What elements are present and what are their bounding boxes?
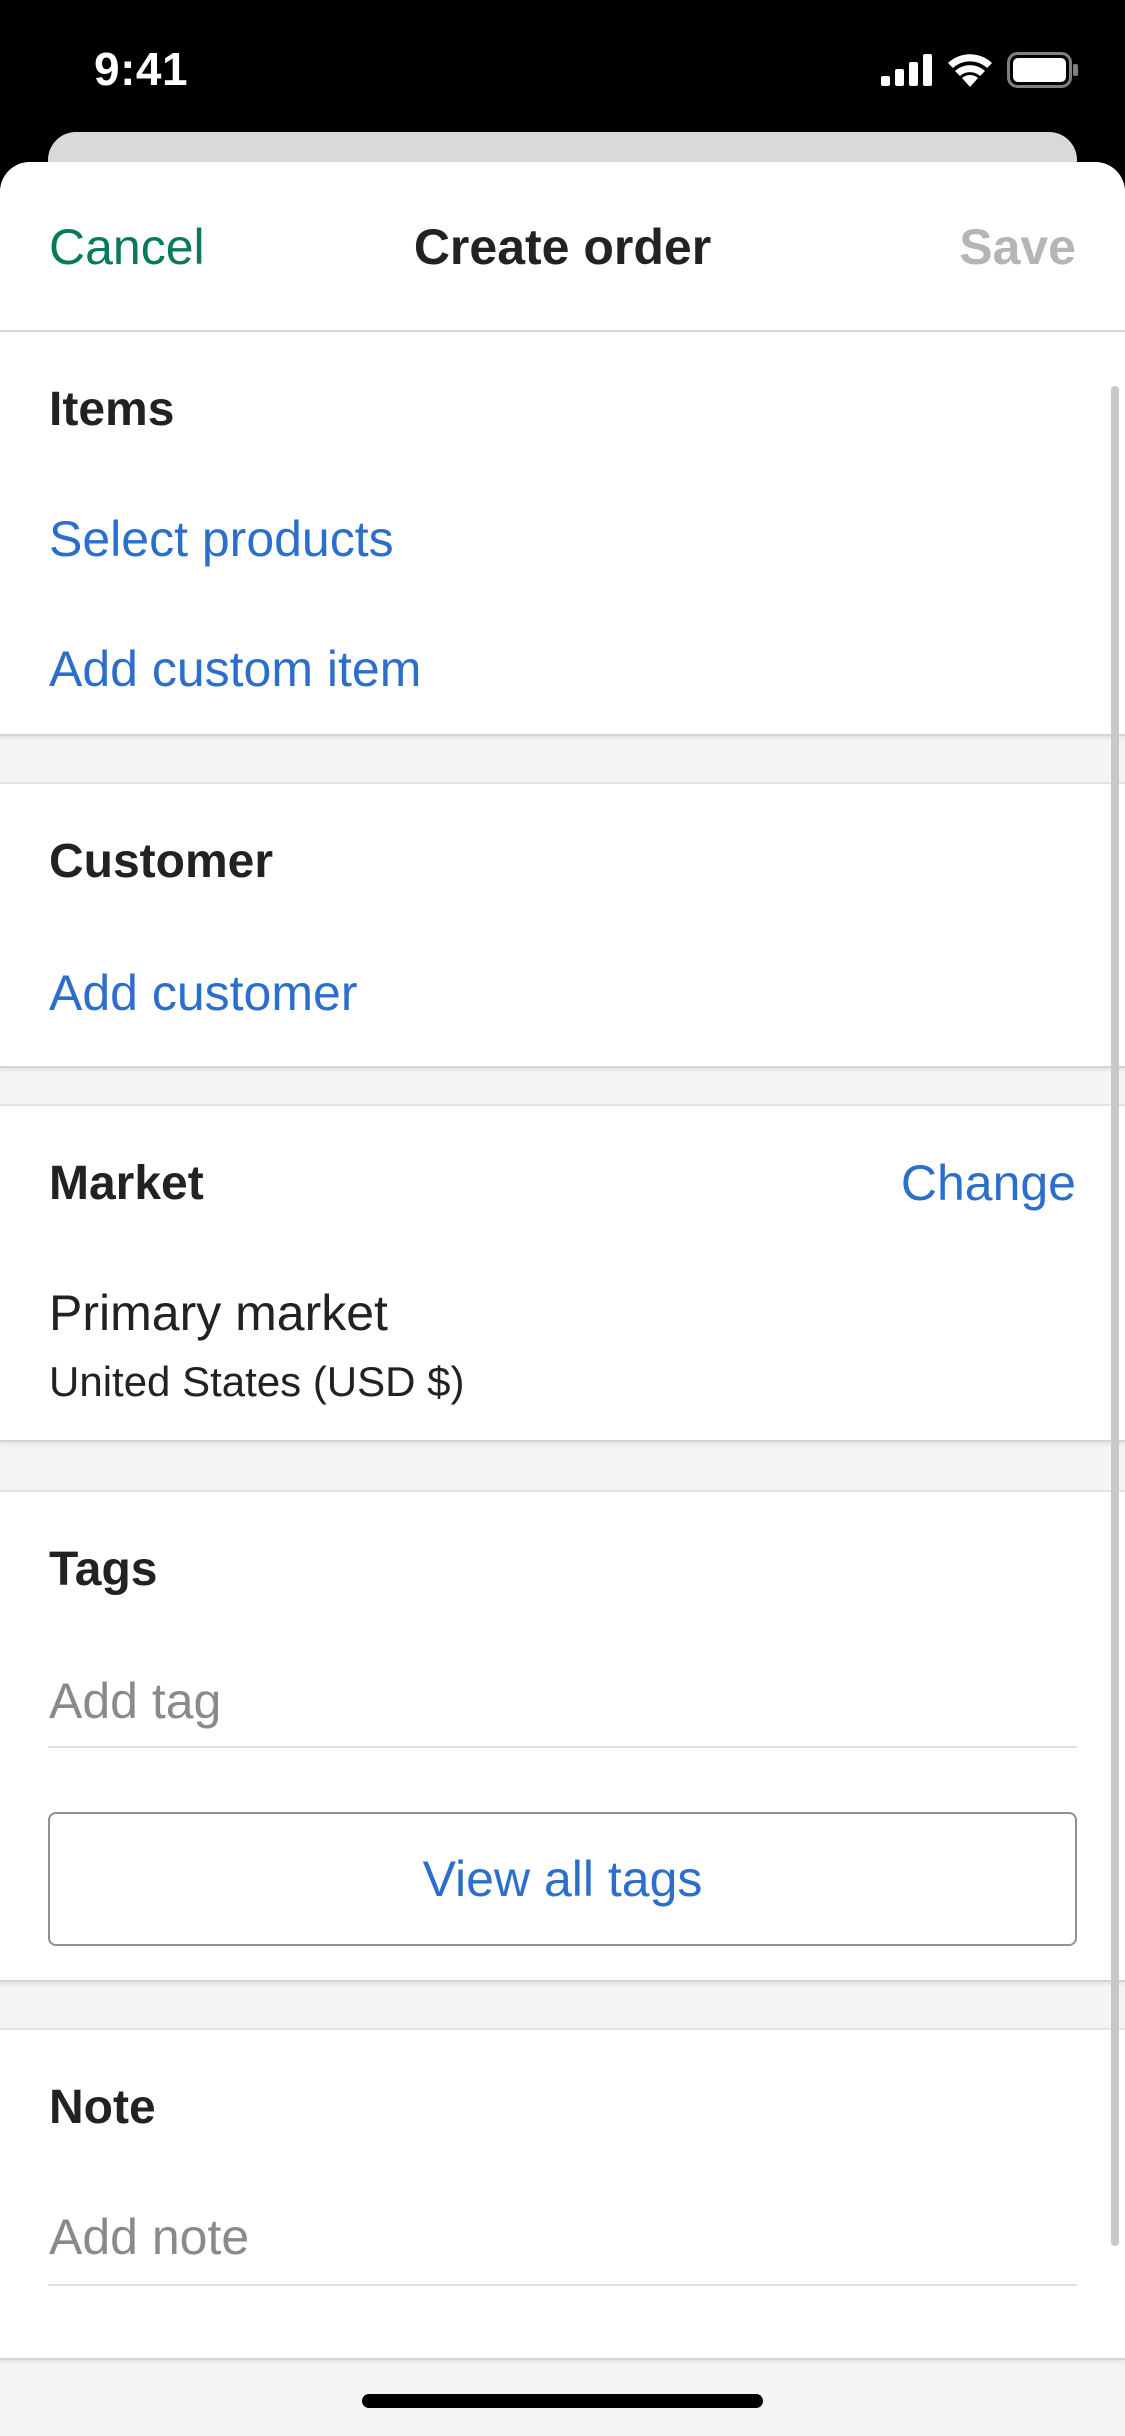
tags-card: Tags Add tag View all tags <box>0 1490 1125 1982</box>
note-heading: Note <box>49 2081 156 2134</box>
note-input-underline <box>48 2284 1077 2286</box>
status-icons <box>881 52 1079 88</box>
home-indicator[interactable] <box>362 2394 763 2408</box>
change-market-link[interactable]: Change <box>901 1154 1076 1212</box>
scrollbar[interactable] <box>1111 386 1119 2246</box>
customer-heading: Customer <box>49 835 274 888</box>
customer-card: Customer Add customer <box>0 782 1125 1068</box>
status-time: 9:41 <box>94 43 189 95</box>
add-customer-link[interactable]: Add customer <box>49 964 357 1022</box>
signal-icon <box>881 54 932 86</box>
market-heading: Market <box>49 1157 204 1210</box>
add-tag-input[interactable]: Add tag <box>49 1672 221 1730</box>
navigation-bar: Create order Cancel Save <box>0 162 1125 332</box>
market-region: United States (USD $) <box>49 1358 465 1405</box>
market-name: Primary market <box>49 1285 388 1341</box>
add-custom-item-link[interactable]: Add custom item <box>49 640 421 698</box>
view-all-tags-button[interactable]: View all tags <box>48 1812 1077 1946</box>
status-bar: 9:41 <box>0 0 1125 140</box>
market-card: Market Change Primary market United Stat… <box>0 1104 1125 1442</box>
tag-input-underline <box>48 1746 1077 1748</box>
battery-icon <box>1007 52 1078 88</box>
note-card: Note Add note <box>0 2028 1125 2360</box>
tags-heading: Tags <box>49 1543 158 1596</box>
wifi-icon <box>948 54 992 87</box>
cancel-button[interactable]: Cancel <box>49 218 205 276</box>
items-heading: Items <box>49 383 175 436</box>
items-card: Items Select products Add custom item <box>0 332 1125 736</box>
save-button[interactable]: Save <box>959 218 1076 276</box>
select-products-link[interactable]: Select products <box>49 510 394 568</box>
create-order-sheet: Create order Cancel Save Items Select pr… <box>0 162 1125 2436</box>
add-note-input[interactable]: Add note <box>49 2208 249 2266</box>
